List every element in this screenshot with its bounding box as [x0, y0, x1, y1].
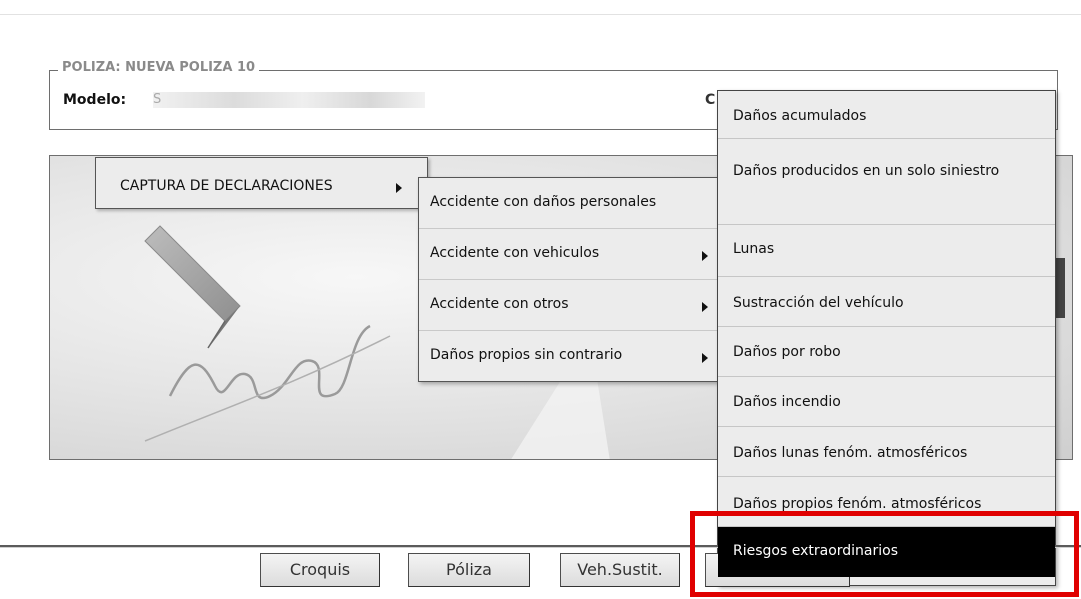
modelo-value-redacted: S	[153, 92, 425, 108]
submenu-arrow-icon	[702, 251, 708, 261]
option-danos-solo-siniestro[interactable]: Daños producidos en un solo siniestro	[718, 139, 1055, 225]
option-label: Sustracción del vehículo	[733, 295, 904, 311]
option-lunas[interactable]: Lunas	[718, 225, 1055, 277]
submenu-arrow-icon	[702, 353, 708, 363]
poliza-legend: POLIZA: NUEVA POLIZA 10	[58, 60, 260, 75]
submenu-item-label: Daños propios sin contrario	[430, 347, 623, 363]
option-danos-lunas-atmosfericos[interactable]: Daños lunas fenóm. atmosféricos	[718, 427, 1055, 477]
submenu-item-label: Accidente con otros	[430, 296, 569, 312]
option-sustraccion-vehiculo[interactable]: Sustracción del vehículo	[718, 277, 1055, 327]
modelo-label: Modelo:	[63, 92, 127, 108]
poliza-button[interactable]: Póliza	[408, 553, 530, 587]
option-danos-robo[interactable]: Daños por robo	[718, 327, 1055, 377]
submenu-item-danos-propios[interactable]: Daños propios sin contrario	[419, 331, 722, 382]
croquis-button[interactable]: Croquis	[260, 553, 380, 587]
submenu-arrow-icon	[702, 302, 708, 312]
submenu-item-accidente-otros[interactable]: Accidente con otros	[419, 280, 722, 331]
submenu-item-accidente-vehiculos[interactable]: Accidente con vehiculos	[419, 229, 722, 280]
submenu-item-label: Accidente con daños personales	[430, 194, 657, 210]
veh-sustit-button[interactable]: Veh.Sustit.	[560, 553, 680, 587]
option-label: Lunas	[733, 241, 775, 257]
option-label: Daños por robo	[733, 344, 841, 360]
option-danos-incendio[interactable]: Daños incendio	[718, 377, 1055, 427]
partial-field-label: C	[705, 92, 716, 108]
submenu-item-label: Accidente con vehiculos	[430, 245, 600, 261]
top-divider	[0, 14, 1081, 15]
option-label: Daños incendio	[733, 394, 841, 410]
menu-captura-declaraciones[interactable]: CAPTURA DE DECLARACIONES	[95, 157, 428, 209]
option-label: Daños producidos en un solo siniestro	[733, 163, 1000, 179]
submenu-item-accidente-personales[interactable]: Accidente con daños personales	[419, 178, 722, 229]
option-label: Daños lunas fenóm. atmosféricos	[733, 445, 968, 461]
panel-scrollbar[interactable]	[1055, 258, 1065, 318]
option-danos-acumulados[interactable]: Daños acumulados	[718, 91, 1055, 139]
menu-captura-label: CAPTURA DE DECLARACIONES	[120, 178, 333, 194]
submenu-accidentes[interactable]: Accidente con daños personales Accidente…	[418, 177, 723, 382]
submenu-arrow-icon	[396, 183, 402, 193]
option-label: Daños acumulados	[733, 108, 867, 124]
highlight-annotation	[690, 511, 1079, 597]
